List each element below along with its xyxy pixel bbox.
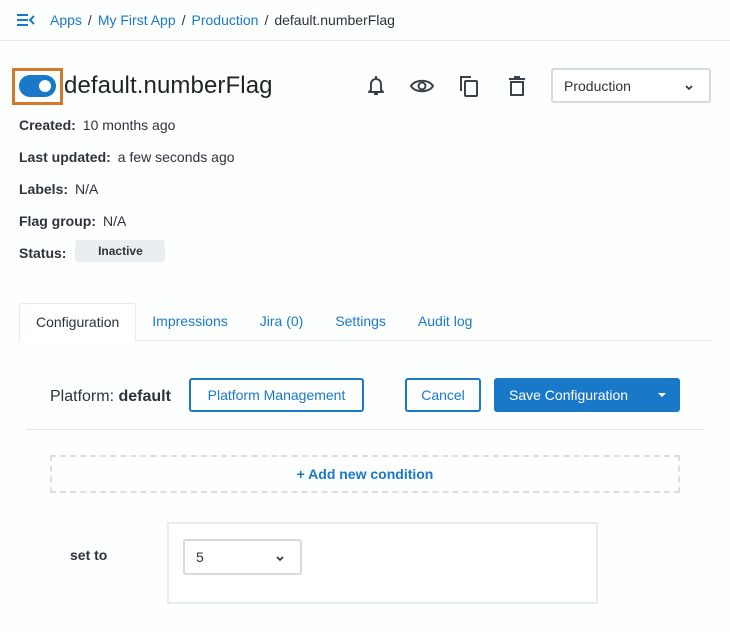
default-value-box: 5	[167, 522, 598, 604]
last-updated-value: a few seconds ago	[117, 149, 235, 165]
bell-icon[interactable]	[364, 74, 388, 98]
tab-bar: Configuration Impressions Jira (0) Setti…	[19, 303, 711, 342]
created-label: Created:	[19, 117, 76, 133]
breadcrumb-production[interactable]: Production	[192, 12, 259, 28]
labels-value: N/A	[75, 181, 99, 197]
flag-group-label: Flag group:	[19, 213, 96, 229]
flag-enabled-toggle[interactable]	[19, 75, 56, 97]
tab-jira[interactable]: Jira (0)	[244, 303, 320, 340]
tab-settings[interactable]: Settings	[319, 303, 402, 340]
tab-audit-log[interactable]: Audit log	[402, 303, 488, 340]
page-title: default.numberFlag	[64, 72, 273, 99]
platform-label: Platform: default	[50, 388, 171, 406]
caret-down-icon[interactable]	[644, 378, 680, 412]
value-select-value: 5	[196, 549, 204, 565]
collapse-menu-icon[interactable]	[17, 13, 35, 27]
platform-label-text: Platform:	[50, 388, 115, 405]
environment-select[interactable]: Production	[551, 68, 711, 103]
meta-last-updated: Last updated: a few seconds ago	[19, 149, 235, 181]
breadcrumb: Apps / My First App / Production / defau…	[50, 12, 395, 28]
breadcrumb-separator: /	[264, 12, 269, 28]
copy-icon[interactable]	[457, 74, 481, 98]
tab-configuration[interactable]: Configuration	[19, 303, 137, 342]
toggle-highlight	[12, 67, 63, 105]
cancel-button[interactable]: Cancel	[405, 378, 481, 412]
trash-icon[interactable]	[505, 74, 529, 98]
breadcrumb-separator: /	[181, 12, 186, 28]
eye-icon[interactable]	[410, 74, 434, 98]
breadcrumb-current: default.numberFlag	[274, 12, 395, 28]
save-configuration-button[interactable]: Save Configuration	[494, 378, 680, 412]
platform-bar: Platform: default Platform Management Ca…	[26, 378, 704, 430]
meta-labels: Labels: N/A	[19, 181, 235, 213]
save-configuration-label: Save Configuration	[509, 387, 629, 403]
status-badge: Inactive	[75, 240, 166, 262]
breadcrumb-my-first-app[interactable]: My First App	[98, 12, 176, 28]
top-bar: Apps / My First App / Production / defau…	[0, 0, 730, 41]
breadcrumb-separator: /	[87, 12, 92, 28]
last-updated-label: Last updated:	[19, 149, 111, 165]
flag-group-value: N/A	[103, 213, 127, 229]
status-label: Status:	[19, 245, 67, 261]
toggle-knob	[39, 80, 51, 92]
environment-select-value: Production	[564, 77, 631, 94]
labels-label: Labels:	[19, 181, 69, 197]
set-to-label: set to	[70, 547, 108, 563]
chevron-down-icon	[685, 78, 693, 94]
value-select[interactable]: 5	[183, 539, 302, 575]
created-value: 10 months ago	[82, 117, 176, 133]
flag-meta: Created: 10 months ago Last updated: a f…	[19, 117, 235, 277]
meta-status: Status: Inactive	[19, 240, 235, 277]
platform-value: default	[118, 388, 171, 405]
add-condition-button[interactable]: + Add new condition	[50, 455, 680, 493]
platform-management-button[interactable]: Platform Management	[189, 378, 364, 412]
meta-created: Created: 10 months ago	[19, 117, 235, 149]
chevron-down-icon	[276, 549, 284, 565]
tab-impressions[interactable]: Impressions	[136, 303, 243, 340]
breadcrumb-apps[interactable]: Apps	[50, 12, 82, 28]
flag-header: default.numberFlag Production	[12, 67, 711, 105]
